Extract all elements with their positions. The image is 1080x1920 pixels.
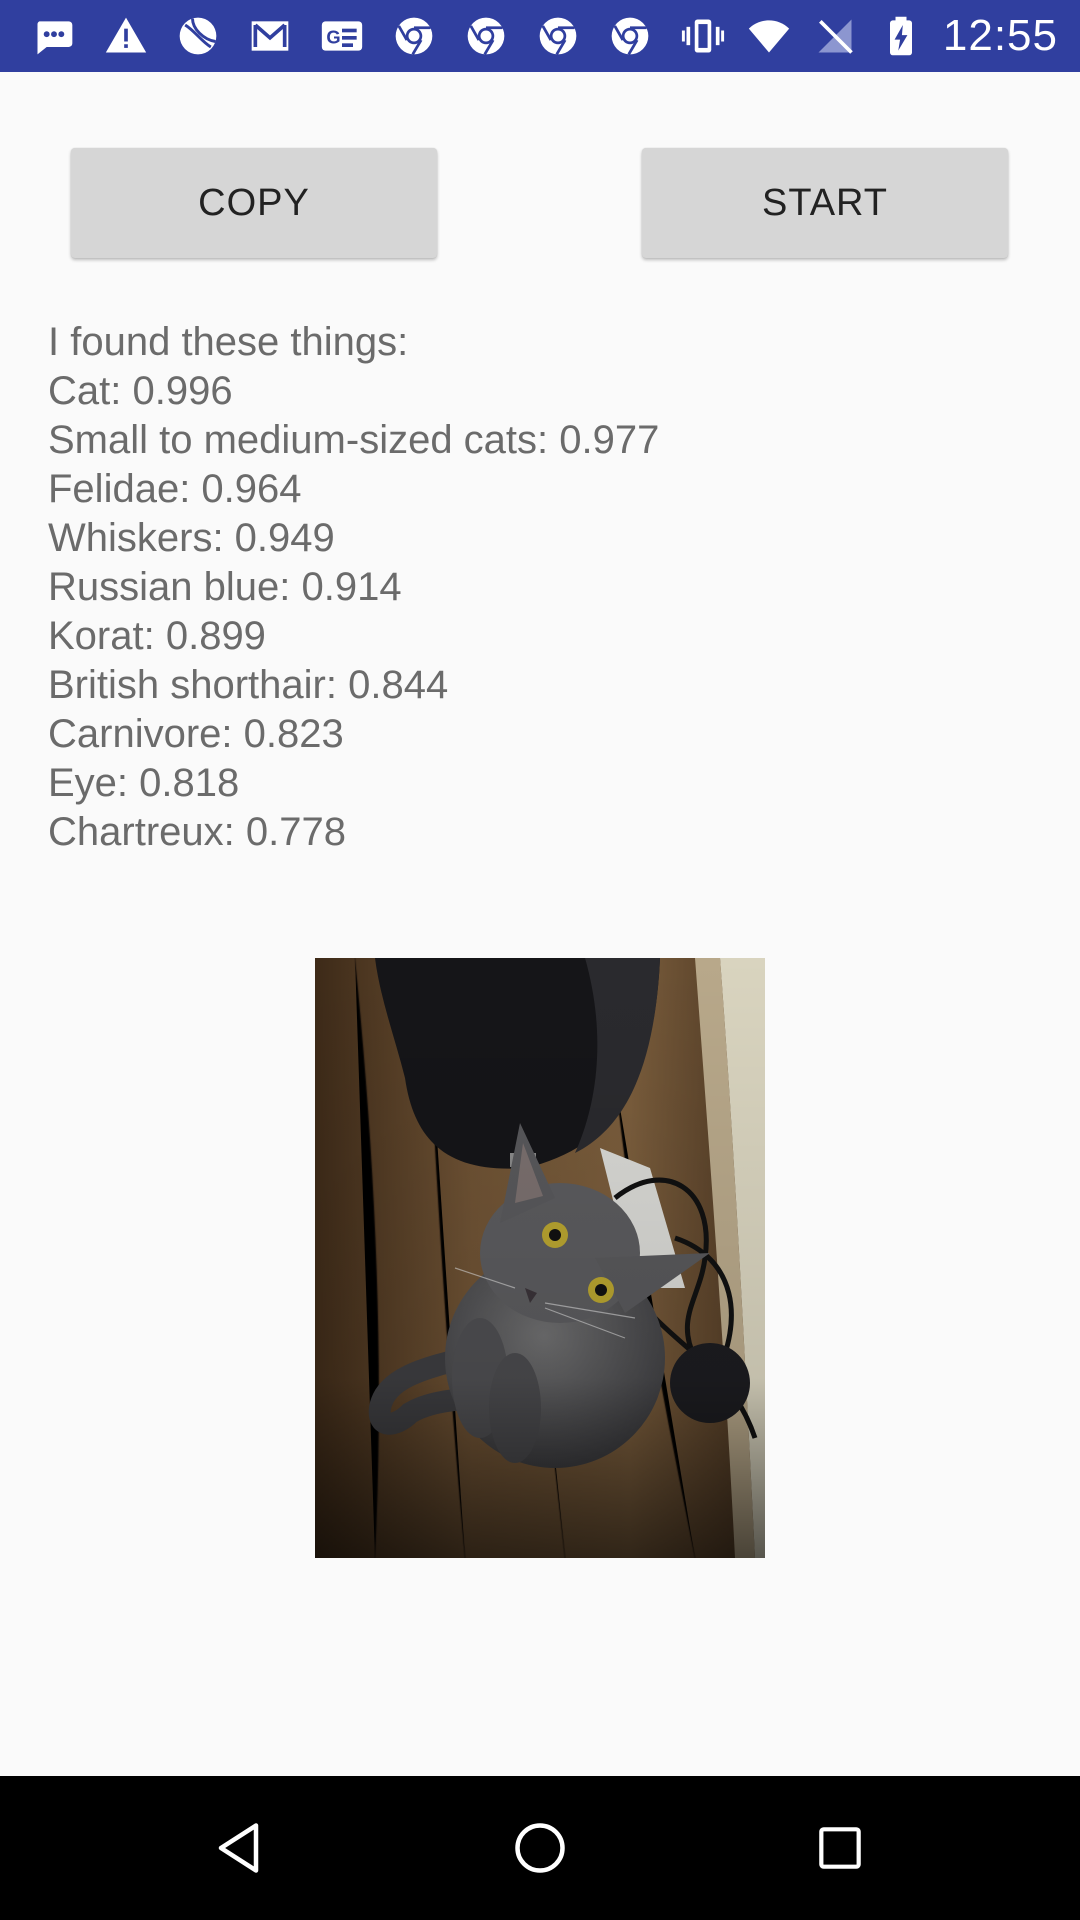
status-clock: 12:55: [942, 11, 1058, 60]
result-item: Eye: 0.818: [48, 761, 240, 805]
results-text: I found these things: Cat: 0.996 Small t…: [48, 318, 659, 857]
chrome-icon: [606, 12, 654, 60]
result-item: Whiskers: 0.949: [48, 516, 335, 560]
result-item: Cat: 0.996: [48, 369, 233, 413]
recents-icon[interactable]: [770, 1776, 910, 1920]
no-signal-icon: [811, 12, 859, 60]
battery-charging-icon: [877, 12, 925, 60]
back-icon[interactable]: [171, 1776, 311, 1920]
chrome-icon: [462, 12, 510, 60]
cat-photo: [315, 958, 765, 1558]
chrome-icon: [534, 12, 582, 60]
notification-icons: G: [0, 12, 654, 60]
start-button[interactable]: START: [642, 148, 1008, 258]
result-item: Small to medium-sized cats: 0.977: [48, 418, 660, 462]
result-item: Korat: 0.899: [48, 614, 266, 658]
result-item: Chartreux: 0.778: [48, 810, 346, 854]
messages-icon: [30, 12, 78, 60]
vibrate-icon: [679, 12, 727, 60]
copy-button[interactable]: COPY: [71, 148, 437, 258]
system-icons: 12:55: [679, 0, 1058, 72]
navigation-bar: [0, 1776, 1080, 1920]
results-heading: I found these things:: [48, 320, 409, 364]
result-item: Russian blue: 0.914: [48, 565, 402, 609]
sports-icon: [174, 12, 222, 60]
status-bar: G 12:55: [0, 0, 1080, 72]
svg-text:G: G: [326, 26, 340, 47]
gmail-icon: [246, 12, 294, 60]
result-item: Felidae: 0.964: [48, 467, 302, 511]
news-icon: G: [318, 12, 366, 60]
wifi-icon: [745, 12, 793, 60]
warning-icon: [102, 12, 150, 60]
result-item: Carnivore: 0.823: [48, 712, 344, 756]
home-icon[interactable]: [470, 1776, 610, 1920]
result-item: British shorthair: 0.844: [48, 663, 449, 707]
chrome-icon: [390, 12, 438, 60]
